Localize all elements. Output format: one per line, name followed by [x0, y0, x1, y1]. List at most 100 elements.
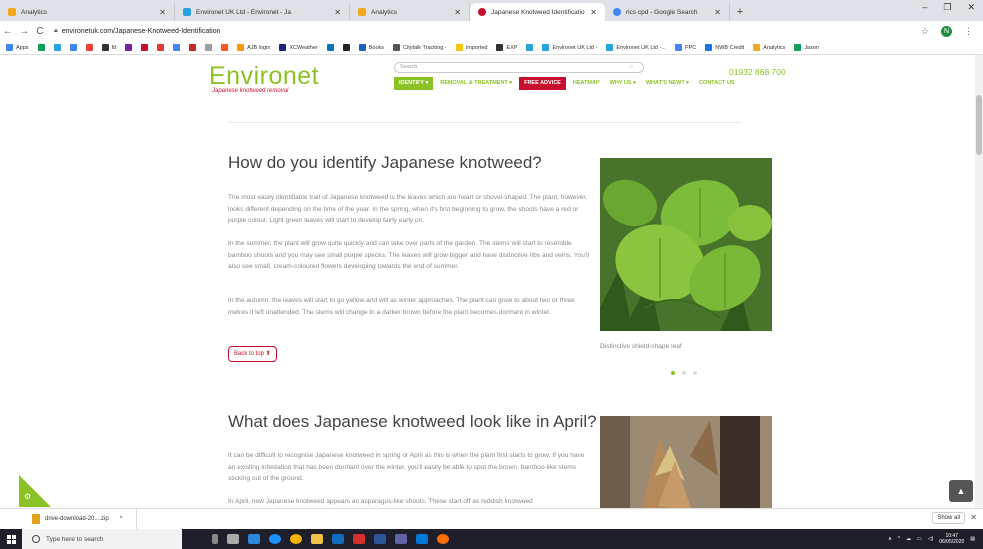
bookmark-item[interactable] [526, 44, 534, 51]
scrollbar-thumb[interactable] [976, 95, 982, 155]
chrome-icon[interactable] [290, 534, 302, 544]
notifications-icon[interactable]: ▤ [970, 536, 975, 542]
bookmark-item[interactable]: PPC [674, 44, 696, 51]
nav-why-us[interactable]: WHY US ▾ [605, 77, 641, 90]
acrobat-icon[interactable] [353, 534, 365, 544]
reload-button[interactable]: C [32, 26, 48, 37]
bookmark-item[interactable] [69, 44, 77, 51]
page-scrollbar[interactable] [975, 55, 983, 508]
photos-icon[interactable] [416, 534, 428, 544]
bookmark-item[interactable]: Imported [455, 44, 487, 51]
back-to-top-button[interactable]: Back to top ⬆ [228, 346, 277, 362]
search-placeholder: Search [400, 64, 418, 70]
file-explorer-icon[interactable] [311, 534, 323, 544]
chevron-up-icon[interactable]: ^ [898, 536, 900, 542]
close-window-button[interactable]: ✕ [967, 2, 975, 13]
site-logo[interactable]: Environet Japanese knotweed removal [209, 64, 319, 95]
bookmark-favicon-icon [674, 44, 682, 51]
forward-button[interactable]: → [16, 26, 32, 37]
cookie-settings-badge[interactable] [19, 475, 51, 507]
browser-menu-icon[interactable]: ⋮ [964, 26, 973, 37]
nav-removal-treatment[interactable]: REMOVAL & TREATMENT ▾ [435, 77, 517, 90]
close-tab-icon[interactable]: ✕ [454, 8, 461, 17]
browser-tab[interactable]: Analytics ✕ [350, 3, 470, 21]
bookmark-item[interactable]: EXP [496, 44, 517, 51]
bookmark-item[interactable]: Environet UK Ltd - [542, 44, 597, 51]
bookmark-item[interactable] [221, 44, 229, 51]
bookmark-item[interactable]: Books [358, 44, 384, 51]
network-icon[interactable]: ▭ [917, 536, 922, 542]
store-icon[interactable] [248, 534, 260, 544]
browser-tab[interactable]: Analytics ✕ [0, 3, 175, 21]
carousel-dot-2[interactable] [682, 371, 686, 375]
minimize-button[interactable]: – [922, 2, 927, 13]
bookmark-item[interactable]: Citytalk Tracking - [393, 44, 447, 51]
volume-icon[interactable]: ◁) [928, 536, 934, 542]
nav-whats-new[interactable]: WHAT'S NEW? ▾ [641, 77, 694, 90]
browser-tab[interactable]: Environet UK Ltd - Environet - Ja ✕ [175, 3, 350, 21]
bookmark-star-icon[interactable]: ☆ [921, 26, 929, 37]
knotweed-april-image[interactable] [600, 416, 772, 508]
carousel-dot-1[interactable] [671, 371, 675, 375]
bookmark-item[interactable]: fd [101, 44, 116, 51]
gear-icon[interactable]: ⚙ [24, 492, 31, 501]
people-icon[interactable]: ጰ [889, 536, 892, 542]
show-all-downloads-button[interactable]: Show all [932, 512, 965, 524]
bookmark-item[interactable]: XCWeather [279, 44, 318, 51]
outlook-icon[interactable] [332, 534, 344, 544]
url-field[interactable]: 🔒︎ environetuk.com/Japanese-Knotweed-Ide… [54, 27, 921, 35]
close-tab-icon[interactable]: ✕ [590, 8, 597, 17]
bookmark-favicon-icon [753, 44, 761, 51]
close-tab-icon[interactable]: ✕ [159, 8, 166, 17]
taskbar-clock[interactable]: 10:47 06/05/2020 [939, 533, 964, 545]
bookmark-item[interactable]: Analytics [753, 44, 785, 51]
profile-avatar[interactable]: N [941, 25, 952, 37]
bookmark-item[interactable]: Environet UK Ltd -... [606, 44, 666, 51]
bookmark-item[interactable] [125, 44, 133, 51]
start-button[interactable] [0, 529, 22, 549]
nav-free-advice[interactable]: FREE ADVICE [519, 77, 566, 90]
bookmark-item[interactable] [85, 44, 93, 51]
bookmark-item[interactable]: Apps [6, 44, 29, 51]
chevron-up-icon[interactable]: ^ [120, 516, 123, 522]
carousel-dot-3[interactable] [693, 371, 697, 375]
nav-identify[interactable]: IDENTIFY ▾ [394, 77, 434, 90]
bookmark-item[interactable]: NWB Credit [705, 44, 744, 51]
new-tab-button[interactable]: + [730, 3, 750, 21]
site-search-input[interactable]: Search ○ [394, 62, 644, 73]
word-icon[interactable] [374, 534, 386, 544]
teams-icon[interactable] [395, 534, 407, 544]
onedrive-icon[interactable]: ☁ [906, 536, 911, 542]
knotweed-leaf-image[interactable] [600, 158, 772, 331]
bookmark-item[interactable] [173, 44, 181, 51]
bookmark-item[interactable] [326, 44, 334, 51]
windows-logo-icon [6, 534, 16, 544]
maximize-button[interactable]: ❐ [943, 2, 951, 13]
edge-icon[interactable] [269, 534, 281, 544]
close-tab-icon[interactable]: ✕ [714, 8, 721, 17]
bookmark-item[interactable] [53, 44, 61, 51]
paint-icon[interactable] [437, 534, 449, 544]
bookmark-item[interactable]: Jason [794, 44, 819, 51]
browser-tab-active[interactable]: Japanese Knotweed Identificatio ✕ [470, 3, 605, 21]
mic-icon[interactable] [212, 534, 218, 544]
taskbar-search-box[interactable]: Type here to search [22, 529, 182, 549]
search-icon[interactable]: ○ [629, 63, 633, 72]
bookmark-item[interactable] [189, 44, 197, 51]
bookmark-item[interactable] [157, 44, 165, 51]
bookmark-item[interactable] [205, 44, 213, 51]
browser-tab[interactable]: rics cpd - Google Search ✕ [605, 3, 730, 21]
back-button[interactable]: ← [0, 26, 16, 37]
download-item[interactable]: drive-download-20....zip ^ [0, 508, 137, 530]
bookmark-item[interactable] [37, 44, 45, 51]
close-tab-icon[interactable]: ✕ [334, 8, 341, 17]
task-view-icon[interactable] [227, 534, 239, 544]
phone-number[interactable]: 01932 868 700 [729, 67, 786, 77]
bookmark-item[interactable] [141, 44, 149, 51]
scroll-to-top-button[interactable]: ▲ [949, 480, 973, 502]
bookmark-item[interactable] [342, 44, 350, 51]
close-download-bar-button[interactable]: ✕ [970, 513, 977, 522]
bookmark-item[interactable]: AJB login [237, 44, 270, 51]
nav-heatmap[interactable]: HEATMAP [568, 77, 605, 90]
nav-contact-us[interactable]: CONTACT US [694, 77, 740, 90]
